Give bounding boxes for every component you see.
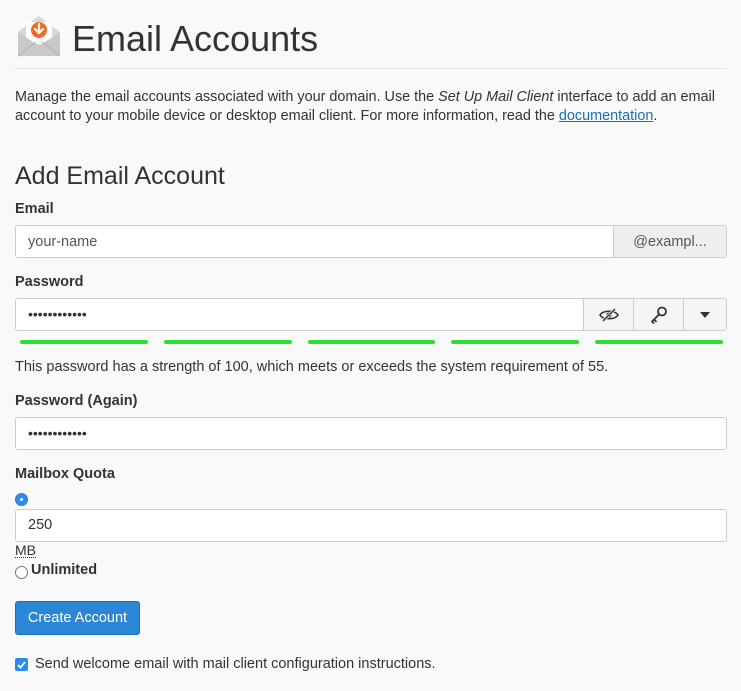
- strength-segment: [307, 340, 436, 344]
- email-domain-addon[interactable]: @exampl...: [613, 226, 726, 257]
- welcome-email-checkbox[interactable]: [15, 658, 28, 671]
- quota-input[interactable]: 250: [16, 510, 726, 541]
- quota-unlimited-label: Unlimited: [31, 562, 98, 578]
- key-icon: [650, 306, 667, 324]
- email-username-input[interactable]: [16, 226, 613, 257]
- mailbox-quota-label: Mailbox Quota: [15, 466, 115, 482]
- email-accounts-page: Email Accounts Manage the email accounts…: [0, 0, 741, 691]
- description-text: Manage the email accounts associated wit…: [15, 89, 439, 105]
- password-strength-meter: [20, 340, 723, 344]
- header-divider: [14, 68, 727, 69]
- page-header: Email Accounts: [14, 6, 727, 66]
- password-label: Password: [15, 274, 84, 290]
- password-again-input-group: ••••••••••••: [15, 417, 727, 450]
- setup-mail-client-reference: Set Up Mail Client: [438, 89, 554, 105]
- description-period: .: [653, 108, 658, 124]
- welcome-email-label: Send welcome email with mail client conf…: [35, 656, 436, 672]
- checkmark-icon: [17, 660, 26, 669]
- quota-limited-radio[interactable]: [15, 493, 28, 506]
- email-label: Email: [15, 201, 54, 217]
- password-input-group: ••••••••••••: [15, 298, 727, 331]
- quota-input-group: 250: [15, 509, 727, 542]
- page-description: Manage the email accounts associated wit…: [15, 88, 727, 126]
- page-title: Email Accounts: [72, 18, 319, 59]
- caret-down-icon: [700, 311, 710, 318]
- generate-password-button[interactable]: [633, 299, 683, 330]
- toggle-password-visibility-button[interactable]: [583, 299, 633, 330]
- quota-unlimited-radio[interactable]: [15, 566, 28, 579]
- strength-segment: [163, 340, 292, 344]
- password-input[interactable]: ••••••••••••: [16, 299, 583, 330]
- password-again-input[interactable]: ••••••••••••: [16, 418, 726, 449]
- strength-segment: [595, 340, 723, 344]
- strength-segment: [451, 340, 580, 344]
- add-email-account-heading: Add Email Account: [15, 162, 225, 190]
- strength-segment: [20, 340, 148, 344]
- quota-unit: MB: [15, 542, 36, 558]
- documentation-link[interactable]: documentation: [559, 108, 653, 124]
- password-options-dropdown[interactable]: [683, 299, 726, 330]
- envelope-download-icon: [17, 16, 61, 57]
- email-input-group: @exampl...: [15, 225, 727, 258]
- password-again-label: Password (Again): [15, 393, 138, 409]
- create-account-button[interactable]: Create Account: [15, 601, 140, 635]
- eye-slash-icon: [598, 307, 619, 322]
- password-strength-message: This password has a strength of 100, whi…: [15, 359, 609, 375]
